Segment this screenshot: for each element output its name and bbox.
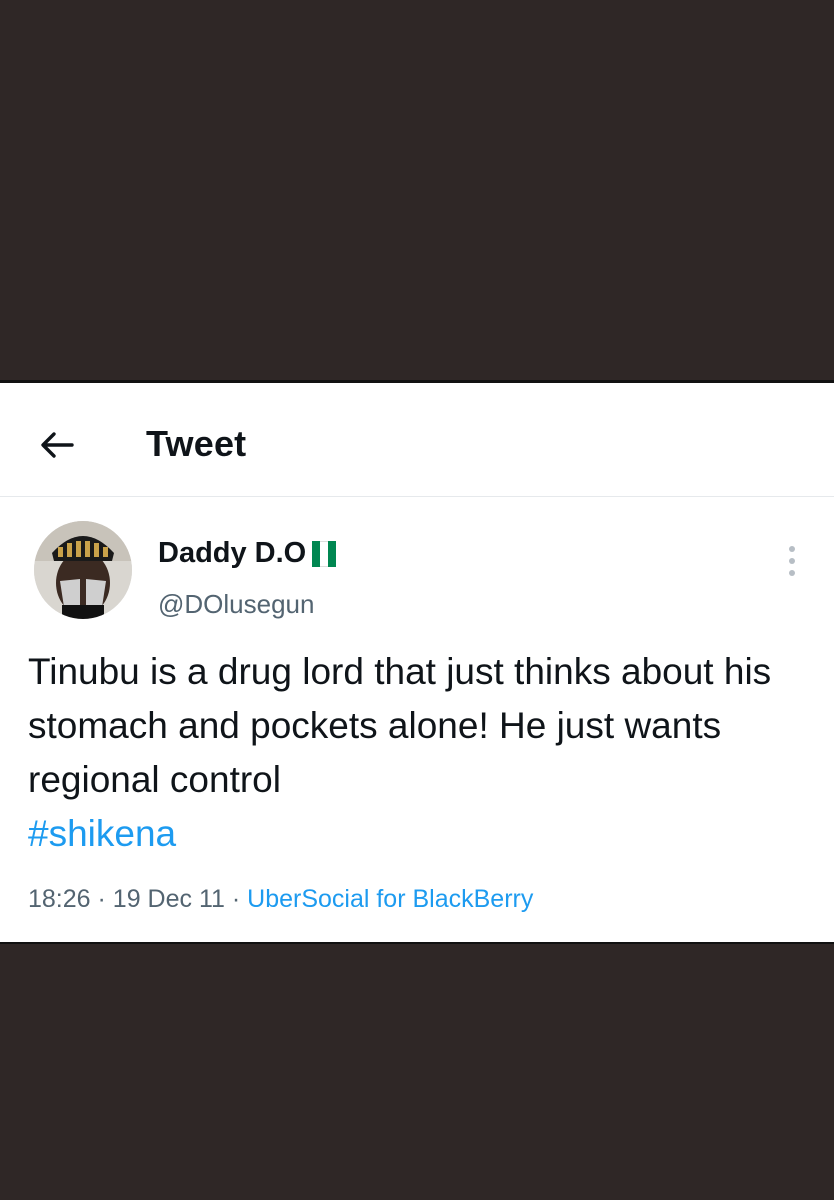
hashtag-link[interactable]: #shikena <box>28 807 818 861</box>
tweet-date[interactable]: 19 Dec 11 <box>113 885 225 913</box>
display-name-text: Daddy D.O <box>158 537 307 569</box>
tweet-card: Tweet Daddy D.O @DOlusegun Tinubu is a d… <box>0 380 834 944</box>
arrow-left-icon <box>41 432 74 458</box>
nigeria-flag-icon <box>312 540 337 567</box>
top-backdrop <box>0 0 834 380</box>
back-button[interactable] <box>34 421 82 469</box>
meta-separator: · <box>97 885 106 913</box>
more-vertical-icon <box>789 546 795 576</box>
bottom-backdrop <box>0 944 834 1200</box>
more-options-button[interactable] <box>780 543 804 579</box>
tweet-header: Tweet <box>0 383 834 497</box>
user-handle[interactable]: @DOlusegun <box>158 589 314 620</box>
tweet-source-link[interactable]: UberSocial for BlackBerry <box>247 885 533 913</box>
tweet-text: Tinubu is a drug lord that just thinks a… <box>28 651 772 800</box>
display-name[interactable]: Daddy D.O <box>158 537 337 570</box>
avatar[interactable] <box>34 521 132 619</box>
meta-separator: · <box>231 885 241 913</box>
profile-photo <box>34 521 132 619</box>
page-title: Tweet <box>146 423 247 464</box>
tweet-time[interactable]: 18:26 <box>28 885 91 913</box>
tweet-body: Tinubu is a drug lord that just thinks a… <box>28 645 818 861</box>
tweet-meta: 18:26 · 19 Dec 11 · UberSocial for Black… <box>28 885 533 914</box>
